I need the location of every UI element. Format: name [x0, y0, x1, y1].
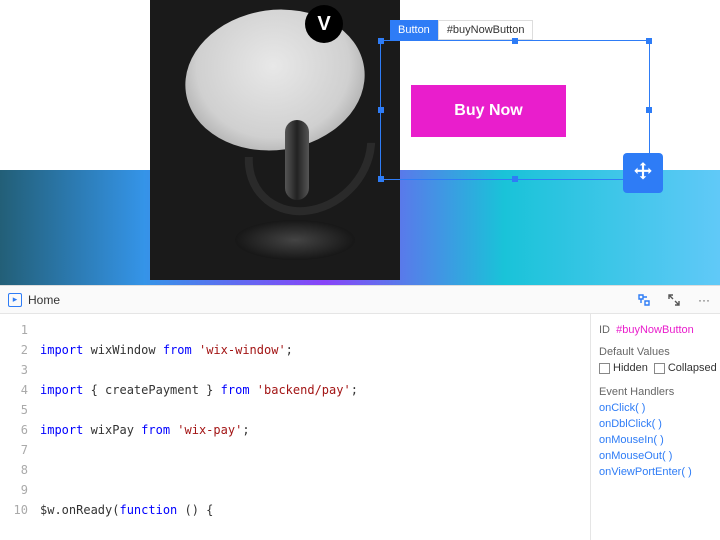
id-label: ID [599, 324, 610, 336]
resize-handle[interactable] [378, 38, 384, 44]
code-editor[interactable]: 12345678910 import wixWindow from 'wix-w… [0, 314, 590, 540]
resize-handle[interactable] [378, 176, 384, 182]
hidden-checkbox[interactable]: Hidden [599, 362, 648, 374]
event-handler-onmouseout[interactable]: onMouseOut( ) [599, 450, 712, 462]
selection-id-label: #buyNowButton [438, 20, 534, 40]
selection-box[interactable]: Buy Now [380, 40, 650, 180]
brand-badge: V [305, 5, 343, 43]
breadcrumb[interactable]: ▸ Home [8, 293, 60, 307]
id-value[interactable]: #buyNowButton [616, 324, 694, 336]
design-canvas[interactable]: V Button #buyNowButton Buy Now [0, 0, 720, 285]
more-button[interactable]: ··· [696, 292, 712, 308]
selection-tag: Button #buyNowButton [390, 20, 533, 40]
line-gutter: 12345678910 [0, 320, 40, 540]
resize-handle[interactable] [512, 176, 518, 182]
event-handler-onclick[interactable]: onClick( ) [599, 402, 712, 414]
event-handler-ondblclick[interactable]: onDblClick( ) [599, 418, 712, 430]
properties-panel: ID #buyNowButton Default Values Hidden C… [590, 314, 720, 540]
event-handler-onviewportenter[interactable]: onViewPortEnter( ) [599, 466, 712, 478]
code-panel: ▸ Home ··· 12345678910 import wixWindow … [0, 285, 720, 540]
move-icon [630, 160, 656, 186]
breadcrumb-label: Home [28, 293, 60, 307]
selection-type-label: Button [390, 20, 438, 40]
expand-button[interactable] [666, 292, 682, 308]
resize-handle[interactable] [646, 38, 652, 44]
defaults-heading: Default Values [599, 346, 712, 358]
selection-overlay: Button #buyNowButton Buy Now [380, 20, 660, 180]
resize-handle[interactable] [512, 38, 518, 44]
panel-header: ▸ Home ··· [0, 286, 720, 314]
move-gizmo[interactable] [623, 153, 663, 193]
event-handler-onmousein[interactable]: onMouseIn( ) [599, 434, 712, 446]
buy-now-button[interactable]: Buy Now [411, 85, 566, 137]
resize-handle[interactable] [378, 107, 384, 113]
resize-handle[interactable] [646, 107, 652, 113]
code-content[interactable]: import wixWindow from 'wix-window'; impo… [40, 320, 590, 540]
collapsed-checkbox[interactable]: Collapsed [654, 362, 717, 374]
page-icon: ▸ [8, 293, 22, 307]
product-image: V [150, 0, 400, 280]
format-code-button[interactable] [636, 292, 652, 308]
handlers-heading: Event Handlers [599, 386, 712, 398]
